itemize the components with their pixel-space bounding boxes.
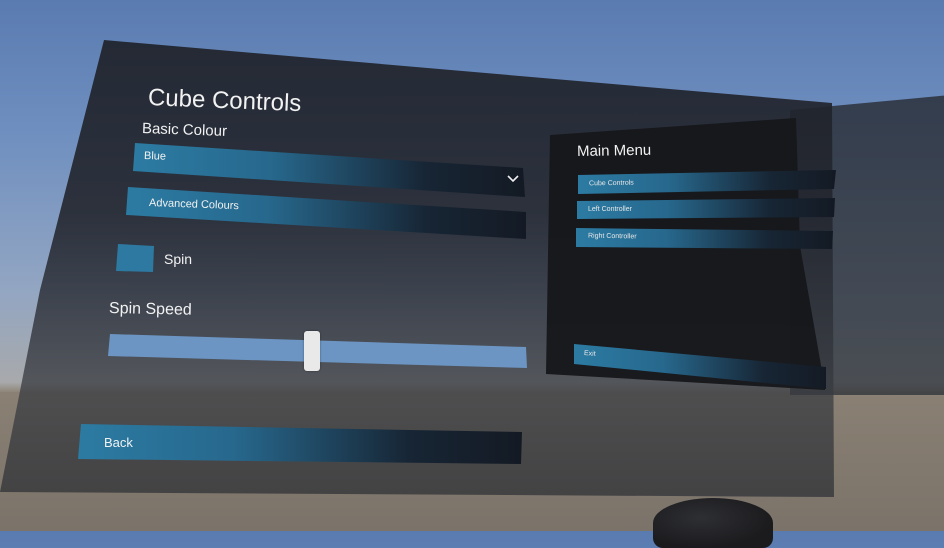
- colour-dropdown-value: Blue: [143, 150, 167, 163]
- chevron-down-icon[interactable]: [507, 175, 519, 183]
- menu-item-label: Cube Controls: [588, 179, 634, 188]
- back-button[interactable]: [78, 424, 522, 464]
- colour-dropdown[interactable]: [133, 143, 525, 197]
- vr-controller: [653, 498, 773, 548]
- spin-speed-slider-handle[interactable]: [304, 331, 320, 371]
- exit-button-label: Exit: [583, 350, 596, 358]
- scene: Cube Controls Basic Colour Blue Advanced…: [0, 0, 944, 548]
- spin-label: Spin: [164, 251, 193, 267]
- main-menu-title: Main Menu: [576, 141, 652, 160]
- spin-speed-label: Spin Speed: [108, 300, 192, 319]
- basic-colour-label: Basic Colour: [141, 120, 228, 140]
- spin-checkbox[interactable]: [116, 244, 154, 272]
- page-title: Cube Controls: [147, 84, 302, 118]
- advanced-colours-button[interactable]: [126, 187, 526, 239]
- menu-item-label: Left Controller: [588, 206, 632, 213]
- back-button-label: Back: [104, 435, 133, 450]
- menu-item-label: Right Controller: [587, 232, 637, 241]
